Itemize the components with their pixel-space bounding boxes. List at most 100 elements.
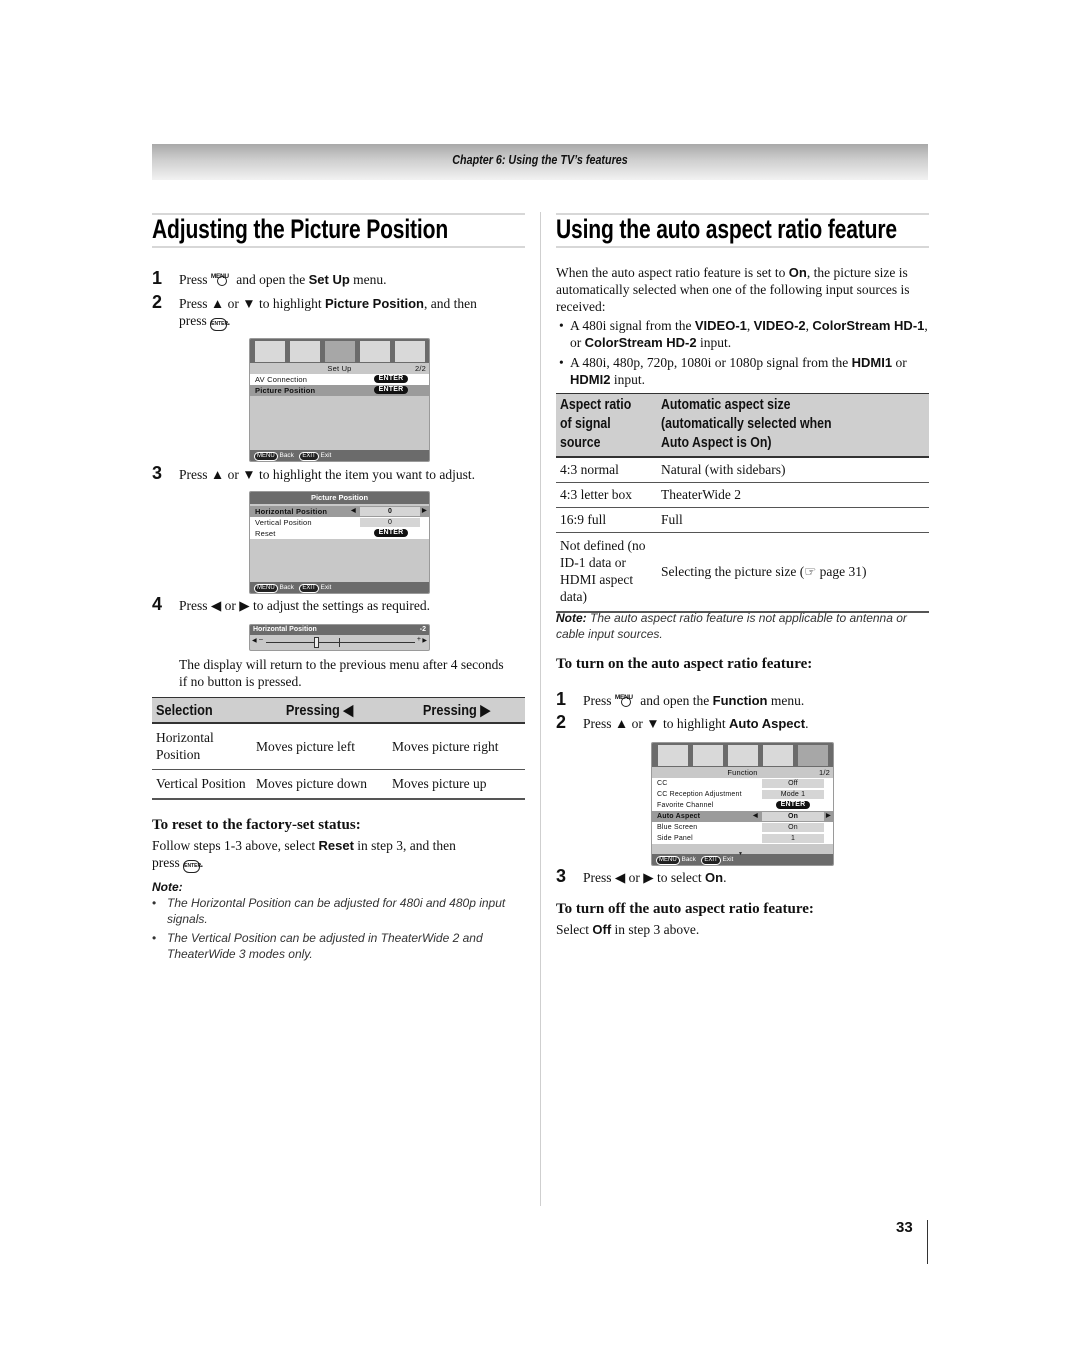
osd-item-av-connection[interactable]: AV Connection ENTER — [250, 374, 429, 385]
setup-menu-icon — [727, 745, 758, 766]
bold-term: On — [788, 265, 807, 280]
function-menu-icon — [797, 745, 828, 766]
text: A 480i, 480p, 720p, 1080i or 1080p signa… — [570, 355, 849, 370]
slider-track-area[interactable]: ◀ – + ▶ — [250, 635, 429, 649]
text: Press — [179, 272, 208, 287]
header-line: of signal — [560, 416, 611, 432]
osd-item-value: 0 — [360, 507, 420, 516]
left-arrow-icon: ◀ — [753, 813, 758, 819]
bold-term: Set Up — [308, 272, 350, 287]
text: Select — [556, 922, 589, 937]
osd-item-value: On — [762, 812, 824, 821]
turn-on-heading: To turn on the auto aspect ratio feature… — [556, 656, 813, 672]
enter-pill: ENTER — [374, 529, 408, 537]
setup-menu-icon — [324, 341, 355, 362]
bold-term: HDMI1 — [851, 355, 893, 370]
osd-item-label: Picture Position — [255, 386, 316, 395]
osd-item-picture-position[interactable]: Picture Position ENTER — [250, 385, 429, 396]
enter-pill: ENTER — [374, 386, 408, 394]
osd-item-favorite-channel[interactable]: Favorite Channel ENTER — [652, 800, 833, 811]
step-number: 3 — [152, 463, 163, 483]
osd-item-label: AV Connection — [255, 375, 308, 384]
osd-item-auto-aspect[interactable]: Auto Aspect ◀ On ▶ — [652, 811, 833, 822]
note-item: • The Vertical Position can be adjusted … — [152, 930, 524, 962]
note-text: The Horizontal Position can be adjusted … — [167, 896, 506, 926]
audio-menu-icon — [692, 745, 723, 766]
table-cell: Natural (with sidebars) — [657, 457, 929, 483]
bold-term: Function — [712, 693, 768, 708]
turn-off-heading: To turn off the auto aspect ratio featur… — [556, 901, 814, 917]
header-line: Auto Aspect is On) — [661, 435, 772, 451]
osd-item-reset[interactable]: Reset ENTER — [250, 528, 429, 539]
column-header: Aspect ratio of signal source — [556, 393, 657, 458]
menu-key-icon: MENU — [254, 584, 278, 593]
table-cell: Moves picture down — [252, 769, 388, 800]
picture-menu-icon — [657, 745, 688, 766]
slider-thumb[interactable] — [314, 637, 319, 648]
table-row: Vertical Position Moves picture down Mov… — [152, 769, 525, 800]
step-1-text: Press MENU and open the Set Up menu. — [179, 271, 387, 288]
osd-item-value: 0 — [360, 518, 420, 527]
osd-item-label: Blue Screen — [657, 824, 698, 831]
osd-item-label: CC Reception Adjustment — [657, 791, 742, 798]
slider-track — [266, 642, 415, 643]
osd-item-horizontal-position[interactable]: Horizontal Position ◀ 0 ▶ — [250, 506, 429, 517]
text: Press — [583, 693, 612, 708]
table-cell: Full — [657, 507, 929, 533]
slider-center-tick — [339, 638, 340, 647]
step-2-text: Press ▲ or ▼ to highlight Picture Positi… — [179, 295, 524, 331]
osd-item-label: Auto Aspect — [657, 813, 701, 820]
exit-label: Exit — [320, 584, 332, 591]
title-rule-bottom — [556, 246, 929, 248]
note-label: Note: — [556, 611, 587, 625]
osd-title-text: Function — [727, 768, 758, 777]
chapter-title: Chapter 6: Using the TV’s features — [452, 153, 628, 167]
right-step-2-text: Press ▲ or ▼ to highlight Auto Aspect. — [583, 715, 808, 732]
step-number: 1 — [152, 268, 163, 288]
text: Press ▲ or ▼ to highlight — [583, 716, 726, 731]
text: press — [152, 855, 180, 870]
text: . — [805, 716, 809, 731]
table-cell: Moves picture up — [388, 769, 525, 800]
osd-item-vertical-position[interactable]: Vertical Position 0 — [250, 517, 429, 528]
osd-item-cc-reception[interactable]: CC Reception Adjustment Mode 1 — [652, 789, 833, 800]
osd-item-side-panel[interactable]: Side Panel 1 — [652, 833, 833, 844]
text: Press ▲ or ▼ to highlight — [179, 296, 322, 311]
table-header-row: Aspect ratio of signal source Automatic … — [556, 393, 929, 458]
osd-item-cc[interactable]: CC Off — [652, 778, 833, 789]
osd-menu-title: Set Up 2/2 — [250, 363, 429, 374]
bold-term: ColorStream HD-1 — [812, 318, 925, 333]
header-line: (automatically selected when — [661, 416, 832, 432]
osd-icon-bar — [652, 743, 833, 767]
menu-button-icon: MENU — [615, 693, 637, 707]
osd-function-menu: Function 1/2 CC Off CC Reception Adjustm… — [651, 742, 834, 866]
osd-item-label: Vertical Position — [255, 518, 312, 527]
note-text: The Vertical Position can be adjusted in… — [167, 931, 483, 961]
right-step-3-text: Press ◀ or ▶ to select On. — [583, 869, 726, 886]
right-arrow-icon: ▶ — [422, 638, 427, 644]
bold-term: Off — [592, 922, 612, 937]
table-cell: 4:3 letter box — [556, 482, 657, 508]
column-header: Pressing ◀ — [252, 697, 388, 724]
exit-label: Exit — [320, 452, 332, 459]
step-number: 2 — [152, 292, 163, 312]
right-arrow-icon: ▶ — [422, 508, 427, 514]
osd-item-blue-screen[interactable]: Blue Screen On — [652, 822, 833, 833]
bullet: • — [152, 931, 157, 945]
bold-term: On — [705, 870, 724, 885]
note-item: • The Horizontal Position can be adjuste… — [152, 895, 524, 927]
circle — [620, 697, 631, 707]
osd-item-value: 1 — [762, 834, 824, 843]
text: Follow steps 1-3 above, select — [152, 838, 316, 853]
text: input. — [699, 335, 732, 350]
header-text: Pressing ◀ — [286, 702, 354, 719]
menu-button-icon: MENU — [211, 272, 233, 286]
enter-pill: ENTER — [374, 375, 408, 383]
timer-menu-icon — [762, 745, 793, 766]
osd-item-label: CC — [657, 780, 668, 787]
left-arrow-icon: ◀ — [351, 508, 356, 514]
text: , and then — [423, 296, 477, 311]
table-cell: Moves picture right — [388, 723, 525, 770]
section-title-auto-aspect: Using the auto aspect ratio feature — [556, 214, 897, 244]
exit-key-icon: EXIT — [299, 452, 319, 461]
